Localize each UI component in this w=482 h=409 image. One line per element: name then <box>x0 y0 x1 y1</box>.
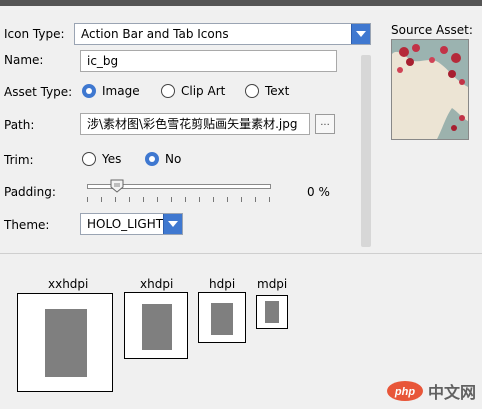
slider-tick <box>199 197 200 202</box>
path-label: Path: <box>4 118 35 132</box>
path-field[interactable]: 涉\素材图\彩色雪花剪贴画矢量素材.jpg <box>80 113 310 135</box>
slider-tick <box>129 197 130 202</box>
icon-type-label: Icon Type: <box>4 27 65 41</box>
slider-tick <box>87 197 88 202</box>
asset-type-image-radio[interactable]: Image <box>82 84 140 98</box>
asset-type-clipart-radio[interactable]: Clip Art <box>161 84 225 98</box>
preview-label-xhdpi: xhdpi <box>140 277 174 291</box>
radio-selected-icon <box>145 152 159 166</box>
radio-selected-icon <box>82 84 96 98</box>
asset-type-text-label: Text <box>265 84 290 98</box>
trim-label: Trim: <box>4 153 34 167</box>
name-label: Name: <box>4 53 44 67</box>
section-divider <box>0 253 482 254</box>
preview-image <box>265 301 279 323</box>
form-scrollbar[interactable] <box>361 55 371 247</box>
source-asset-thumbnail <box>391 39 469 140</box>
trim-no-radio[interactable]: No <box>145 152 181 166</box>
slider-tick <box>213 197 214 202</box>
padding-value: 0 % <box>307 185 330 199</box>
slider-tick <box>185 197 186 202</box>
source-asset-label: Source Asset: <box>391 23 473 37</box>
preview-xxhdpi <box>17 293 113 392</box>
radio-unselected-icon <box>82 152 96 166</box>
trim-yes-radio[interactable]: Yes <box>82 152 121 166</box>
chevron-down-icon[interactable] <box>351 24 370 44</box>
php-watermark: php 中文网 <box>386 379 476 403</box>
theme-label: Theme: <box>4 218 50 232</box>
padding-slider-thumb[interactable] <box>110 179 124 193</box>
name-field[interactable]: ic_bg <box>80 50 337 72</box>
slider-tick <box>143 197 144 202</box>
preview-label-mdpi: mdpi <box>257 277 288 291</box>
preview-image <box>142 304 172 350</box>
preview-hdpi <box>198 292 246 343</box>
trim-no-label: No <box>165 152 182 166</box>
slider-tick <box>255 197 256 202</box>
theme-combo[interactable]: HOLO_LIGHT <box>80 213 183 235</box>
radio-unselected-icon <box>161 84 175 98</box>
icon-type-value: Action Bar and Tab Icons <box>81 27 229 41</box>
browse-button[interactable]: ... <box>315 114 335 134</box>
preview-label-xxhdpi: xxhdpi <box>48 277 89 291</box>
chevron-down-icon[interactable] <box>163 214 182 234</box>
icon-type-combo[interactable]: Action Bar and Tab Icons <box>74 23 371 45</box>
trim-yes-label: Yes <box>102 152 122 166</box>
asset-type-clipart-label: Clip Art <box>181 84 226 98</box>
theme-value: HOLO_LIGHT <box>87 217 164 231</box>
asset-type-text-radio[interactable]: Text <box>245 84 289 98</box>
slider-tick <box>171 197 172 202</box>
php-logo-icon: php <box>386 381 423 401</box>
slider-tick <box>115 197 116 202</box>
preview-label-hdpi: hdpi <box>209 277 236 291</box>
asset-type-image-label: Image <box>102 84 140 98</box>
radio-unselected-icon <box>245 84 259 98</box>
preview-mdpi <box>256 295 288 329</box>
slider-tick <box>241 197 242 202</box>
slider-tick <box>157 197 158 202</box>
padding-slider-ticks <box>87 197 271 203</box>
preview-xhdpi <box>124 292 188 359</box>
slider-tick <box>227 197 228 202</box>
padding-label: Padding: <box>4 185 56 199</box>
window-top-bar <box>0 0 482 6</box>
watermark-text: 中文网 <box>427 383 476 402</box>
slider-tick <box>101 197 102 202</box>
preview-image <box>211 303 233 335</box>
slider-tick <box>269 197 270 202</box>
asset-type-label: Asset Type: <box>4 85 73 99</box>
svg-text:php: php <box>394 386 415 398</box>
preview-image <box>45 309 87 377</box>
